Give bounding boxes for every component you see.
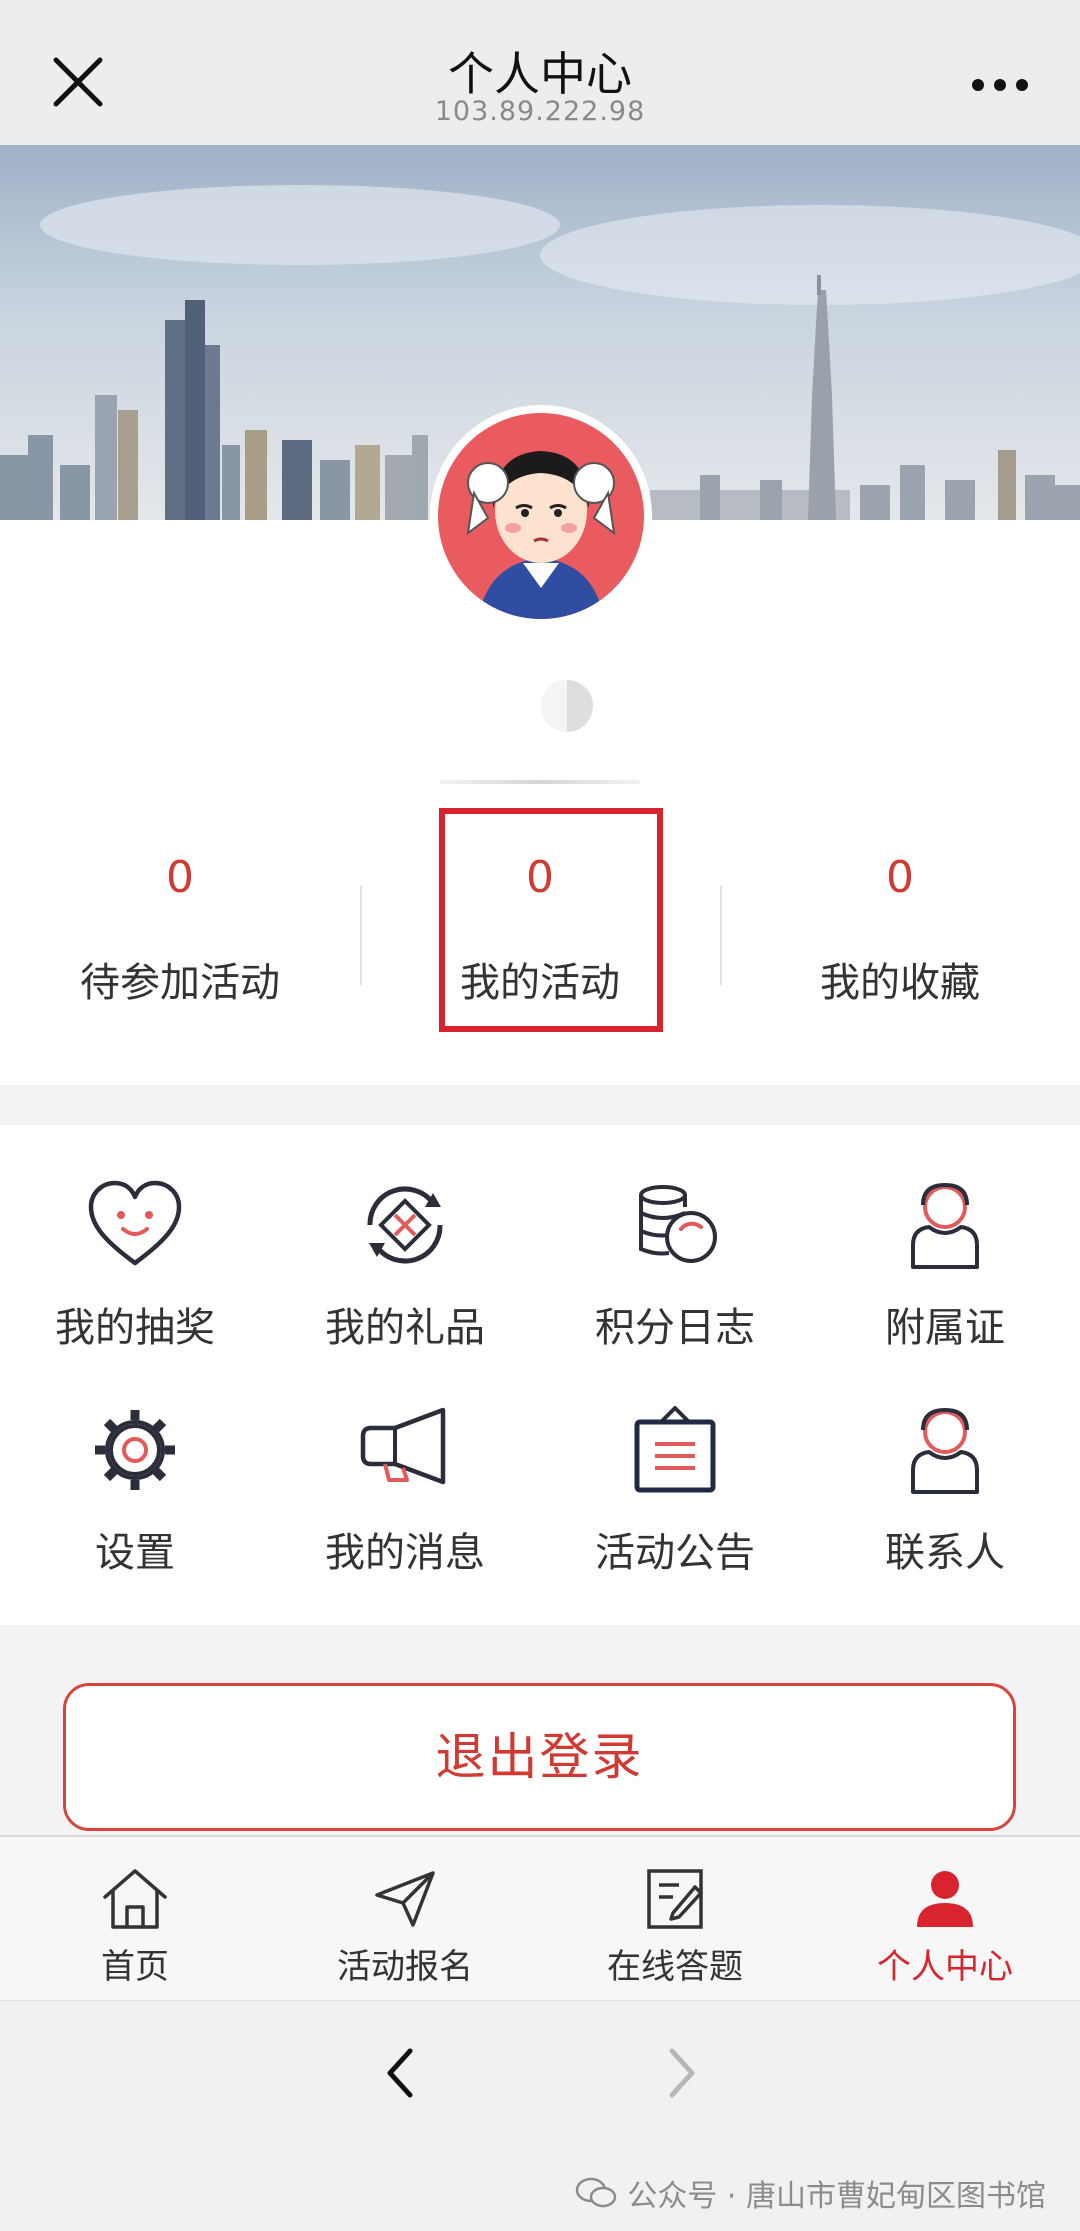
grid-label: 活动公告 [595, 1530, 755, 1576]
page-subtitle: 103.89.222.98 [434, 96, 646, 127]
stat-label: 待参加活动 [80, 960, 280, 1006]
grid-label: 我的消息 [325, 1530, 485, 1576]
person-card-icon [911, 1182, 979, 1269]
logout-button[interactable]: 退出登录 [63, 1683, 1016, 1831]
avatar[interactable] [430, 405, 652, 627]
watermark: 公众号 · 唐山市曹妃甸区图书馆 [575, 2171, 1046, 2215]
grid-label: 我的礼品 [325, 1305, 485, 1351]
stat-my-favorites[interactable]: 0 我的收藏 [720, 810, 1080, 1040]
tab-label: 在线答题 [607, 1947, 743, 1987]
nickname-underline [440, 780, 640, 784]
grid-label: 附属证 [885, 1305, 1005, 1351]
tab-personal-center[interactable]: 个人中心 [810, 1837, 1080, 2000]
send-arrow-icon [375, 1871, 435, 1927]
highlight-annotation-box [439, 808, 663, 1032]
heart-face-icon [88, 1180, 182, 1266]
tab-label: 首页 [101, 1947, 169, 1987]
stat-pending-activities[interactable]: 0 待参加活动 [0, 810, 360, 1040]
contact-person-icon [911, 1407, 979, 1494]
back-button[interactable] [380, 2043, 420, 2103]
grid-item-settings[interactable]: 设置 [0, 1350, 270, 1576]
grid-item-my-messages[interactable]: 我的消息 [270, 1350, 540, 1576]
megaphone-icon [360, 1407, 446, 1485]
grid-label: 设置 [95, 1530, 175, 1576]
gift-coin-icon [367, 1186, 443, 1264]
nickname-placeholder [524, 675, 610, 737]
tab-online-quiz[interactable]: 在线答题 [540, 1837, 810, 2000]
user-icon [917, 1871, 973, 1927]
title-bar: 个人中心 103.89.222.98 [0, 0, 1080, 145]
grid-item-my-lottery[interactable]: 我的抽奖 [0, 1125, 270, 1351]
coins-stack-icon [639, 1185, 717, 1263]
notice-board-icon [634, 1406, 716, 1493]
tab-activity-signup[interactable]: 活动报名 [270, 1837, 540, 2000]
more-button[interactable] [970, 70, 1030, 100]
gear-icon [95, 1410, 175, 1490]
tab-home[interactable]: 首页 [0, 1837, 270, 2000]
grid-item-contacts[interactable]: 联系人 [810, 1350, 1080, 1576]
grid-item-points-log[interactable]: 积分日志 [540, 1125, 810, 1351]
grid-item-my-gifts[interactable]: 我的礼品 [270, 1125, 540, 1351]
feature-grid: 我的抽奖 我的礼品 积分日志 附属证 设置 我的消息 活动公告 联系人 [0, 1125, 1080, 1625]
browser-toolbar: 公众号 · 唐山市曹妃甸区图书馆 [0, 2000, 1080, 2231]
wechat-icon [576, 2177, 617, 2208]
stat-value: 0 [166, 852, 194, 903]
cartoon-avatar-icon [466, 451, 616, 619]
edit-note-icon [647, 1869, 703, 1929]
stat-value: 0 [886, 852, 914, 903]
bottom-tab-bar: 首页 活动报名 在线答题 个人中心 [0, 1835, 1080, 2000]
grid-label: 联系人 [885, 1530, 1005, 1576]
grid-label: 我的抽奖 [55, 1305, 215, 1351]
grid-item-affiliated-card[interactable]: 附属证 [810, 1125, 1080, 1351]
grid-item-activity-notices[interactable]: 活动公告 [540, 1350, 810, 1576]
chevron-right-icon [669, 2048, 695, 2098]
page-title: 个人中心 [448, 47, 632, 101]
more-dots-icon [972, 79, 1028, 91]
watermark-text: 公众号 · 唐山市曹妃甸区图书馆 [627, 2179, 1046, 2214]
chevron-left-icon [387, 2048, 413, 2098]
grid-label: 积分日志 [595, 1305, 755, 1351]
home-icon [103, 1869, 167, 1929]
stat-label: 我的收藏 [820, 960, 980, 1006]
tab-label: 活动报名 [337, 1947, 473, 1987]
forward-button[interactable] [662, 2043, 702, 2103]
tab-label: 个人中心 [877, 1947, 1013, 1987]
